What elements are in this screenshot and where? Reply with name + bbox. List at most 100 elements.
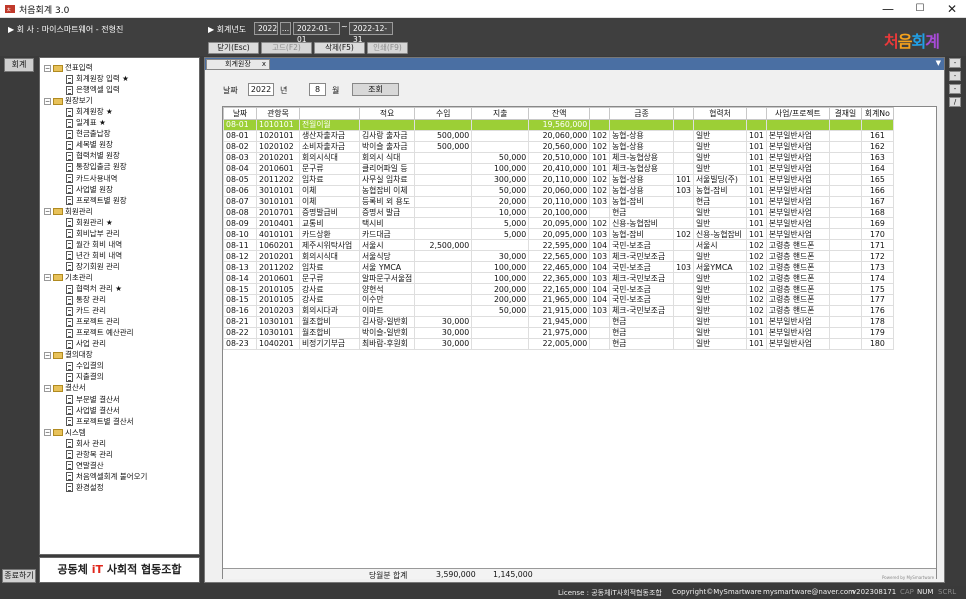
tree-folder[interactable]: − 회원관리 xyxy=(44,206,93,217)
table-row[interactable]: 08-09 2010401 교통비 택시비 5,000 20,095,000 102 신용-농… xyxy=(223,217,894,230)
column-header[interactable]: 회계No xyxy=(860,107,894,120)
side-button[interactable]: - xyxy=(949,71,961,81)
tab-ledger[interactable]: 회계원장 x xyxy=(206,59,270,70)
tree-folder[interactable]: − 기초관리 xyxy=(44,272,93,283)
tree-item[interactable]: 관항목 관리 xyxy=(66,449,113,460)
tree-item[interactable]: 카드 관리 xyxy=(66,305,106,316)
edit-f2-button[interactable]: 고드(F2) xyxy=(261,42,312,54)
table-row[interactable]: 08-23 1040201 비정기기부금 최바람-후원회 30,000 22,005,00… xyxy=(223,337,894,350)
column-header[interactable]: 날짜 xyxy=(223,107,257,120)
tree-item[interactable]: 프로젝트 관리 xyxy=(66,316,120,327)
tree-item[interactable]: 지출결의 xyxy=(66,371,104,382)
tree-item[interactable]: 환경설정 xyxy=(66,482,104,493)
date-from-field[interactable]: 2022-01-01 xyxy=(293,22,340,44)
column-header[interactable]: 금종 xyxy=(609,107,675,120)
column-header[interactable]: 사업/프로젝트 xyxy=(765,107,830,120)
tab-close-icon[interactable]: x xyxy=(262,60,266,69)
tree-item[interactable]: 은행엑셀 입력 xyxy=(66,84,120,95)
tree-item[interactable]: 일계표 ★ xyxy=(66,117,106,128)
tree-item[interactable]: 프로젝트별 결산서 xyxy=(66,416,134,427)
side-button[interactable]: / xyxy=(949,97,961,107)
maximize-button[interactable]: ☐ xyxy=(906,0,934,18)
tree-item[interactable]: 연말결산 xyxy=(66,460,104,471)
tree-folder[interactable]: − 결의대장 xyxy=(44,349,93,360)
tree-item[interactable]: 카드사용내역 xyxy=(66,173,117,184)
column-header[interactable] xyxy=(589,107,611,120)
side-button[interactable]: - xyxy=(949,58,961,68)
tree-item[interactable]: 회비납부 관리 xyxy=(66,228,120,239)
tree-item[interactable]: 프로젝트 예산관리 xyxy=(66,327,134,338)
tree-item[interactable]: 회사 관리 xyxy=(66,438,106,449)
month-input[interactable]: 8 xyxy=(309,83,326,96)
column-header[interactable] xyxy=(299,107,360,120)
fiscal-year-picker-button[interactable]: ... xyxy=(280,22,291,35)
tree-item[interactable]: 장기회원 관리 xyxy=(66,261,120,272)
tree-item[interactable]: 세목별 원장 xyxy=(66,139,113,150)
tree-item[interactable]: 회원관리 ★ xyxy=(66,217,113,228)
table-row[interactable]: 08-06 3010101 이체 농협잡비 이체 50,000 20,060,000 102… xyxy=(223,184,894,197)
tree-item[interactable]: 통장 관리 xyxy=(66,294,106,305)
table-row[interactable]: 08-12 2010201 회의시식대 서울식당 30,000 22,565,000 103… xyxy=(223,250,894,263)
minimize-button[interactable]: — xyxy=(874,0,902,18)
column-header[interactable]: 잔액 xyxy=(528,107,591,120)
year-input[interactable]: 2022 xyxy=(248,83,274,96)
table-row[interactable]: 08-04 2010601 문구류 클리어파일 등 100,000 20,410,000 1… xyxy=(223,162,894,175)
tree-item[interactable]: 사업별 결산서 xyxy=(66,405,120,416)
tree-item[interactable]: 협력처 관리 ★ xyxy=(66,283,122,294)
column-header[interactable] xyxy=(746,107,767,120)
column-header[interactable]: 협력처 xyxy=(693,107,747,120)
table-row[interactable]: 08-01 1010101 전월이월 19,560,000 xyxy=(223,119,894,131)
tree-folder[interactable]: − 결산서 xyxy=(44,382,86,393)
tree-item[interactable]: 현금출납장 xyxy=(66,128,111,139)
accounting-tab[interactable]: 회계 xyxy=(4,58,34,72)
tree-item[interactable]: 년간 회비 내역 xyxy=(66,250,122,261)
close-window-button[interactable]: ✕ xyxy=(938,0,966,18)
table-row[interactable]: 08-07 3010101 이체 등록비 외 용도 20,000 20,110,000 10… xyxy=(223,195,894,208)
tree-folder[interactable]: − 원장보기 xyxy=(44,95,93,106)
tree-item[interactable]: 월간 회비 내역 xyxy=(66,239,122,250)
tree-item[interactable]: 통장입출금 원장 xyxy=(66,161,127,172)
table-row[interactable]: 08-02 1020102 소비자출자금 박이슬 출자금 500,000 20,560,0… xyxy=(223,140,894,153)
tree-folder[interactable]: − 전표입력 xyxy=(44,62,93,73)
table-row[interactable]: 08-14 2010601 문구류 알파문구서울점 100,000 22,365,000 1… xyxy=(223,272,894,285)
collapse-icon[interactable]: − xyxy=(44,384,51,392)
fiscal-year-field[interactable]: 2022 xyxy=(254,22,278,35)
print-f9-button[interactable]: 인쇄(F9) xyxy=(367,42,408,54)
table-row[interactable]: 08-03 2010201 회의시식대 회의시 식대 50,000 20,510,000 1… xyxy=(223,151,894,164)
column-header[interactable]: 결재일 xyxy=(828,107,862,120)
tab-dropdown-icon[interactable]: ▼ xyxy=(936,59,941,67)
tree-item[interactable]: 회계원장 입력 ★ xyxy=(66,73,129,84)
collapse-icon[interactable]: − xyxy=(44,64,51,72)
column-header[interactable]: 적요 xyxy=(358,107,416,120)
collapse-icon[interactable]: − xyxy=(44,97,51,105)
collapse-icon[interactable]: − xyxy=(44,208,51,216)
tree-item[interactable]: 사업 관리 xyxy=(66,338,106,349)
table-row[interactable]: 08-01 1020101 생산자출자금 김사랑 출자금 500,000 20,060,0… xyxy=(223,129,894,142)
date-to-field[interactable]: 2022-12-31 xyxy=(349,22,393,44)
tree-item[interactable]: 회계원장 ★ xyxy=(66,106,113,117)
table-row[interactable]: 08-22 1030101 월조합비 박이슬-일반회 30,000 21,975,000 현… xyxy=(223,326,894,339)
table-row[interactable]: 08-05 2011202 임차료 사무실 임차료 300,000 20,110,000 1… xyxy=(223,173,894,186)
search-button[interactable]: 조회 xyxy=(352,83,399,96)
table-row[interactable]: 08-16 2010203 회의시다과 이마트 50,000 21,915,000 103 체… xyxy=(223,304,894,317)
close-esc-button[interactable]: 닫기(Esc) xyxy=(208,42,259,54)
tree-item[interactable]: 처음엑셀회계 불어오기 xyxy=(66,471,147,482)
table-row[interactable]: 08-08 2010701 증명발급비 증명서 발급 10,000 20,100,000 현… xyxy=(223,206,894,219)
exit-button[interactable]: 종료하기 xyxy=(2,569,36,583)
tree-item[interactable]: 협력처별 원장 xyxy=(66,150,120,161)
delete-f5-button[interactable]: 삭제(F5) xyxy=(314,42,365,54)
tree-item[interactable]: 사업별 원장 xyxy=(66,184,113,195)
collapse-icon[interactable]: − xyxy=(44,274,51,282)
column-header[interactable] xyxy=(673,107,694,120)
collapse-icon[interactable]: − xyxy=(44,429,51,437)
tree-folder[interactable]: − 시스템 xyxy=(44,427,86,438)
column-header[interactable]: 수입 xyxy=(414,107,473,120)
column-header[interactable]: 관항목 xyxy=(256,107,300,120)
table-row[interactable]: 08-10 4010101 카드상환 카드대금 5,000 20,095,000 103 농협… xyxy=(223,228,894,241)
table-row[interactable]: 08-21 1030101 월조합비 김사랑-일반회 30,000 21,945,000 현… xyxy=(223,315,894,328)
tree-item[interactable]: 부문별 결산서 xyxy=(66,394,120,405)
table-row[interactable]: 08-13 2011202 임차료 서울 YMCA 100,000 22,465,000 1… xyxy=(223,261,894,274)
table-row[interactable]: 08-15 2010105 강사료 이수만 200,000 21,965,000 104 국민… xyxy=(223,294,894,306)
tree-item[interactable]: 프로젝트별 원장 xyxy=(66,195,127,206)
collapse-icon[interactable]: − xyxy=(44,351,51,359)
